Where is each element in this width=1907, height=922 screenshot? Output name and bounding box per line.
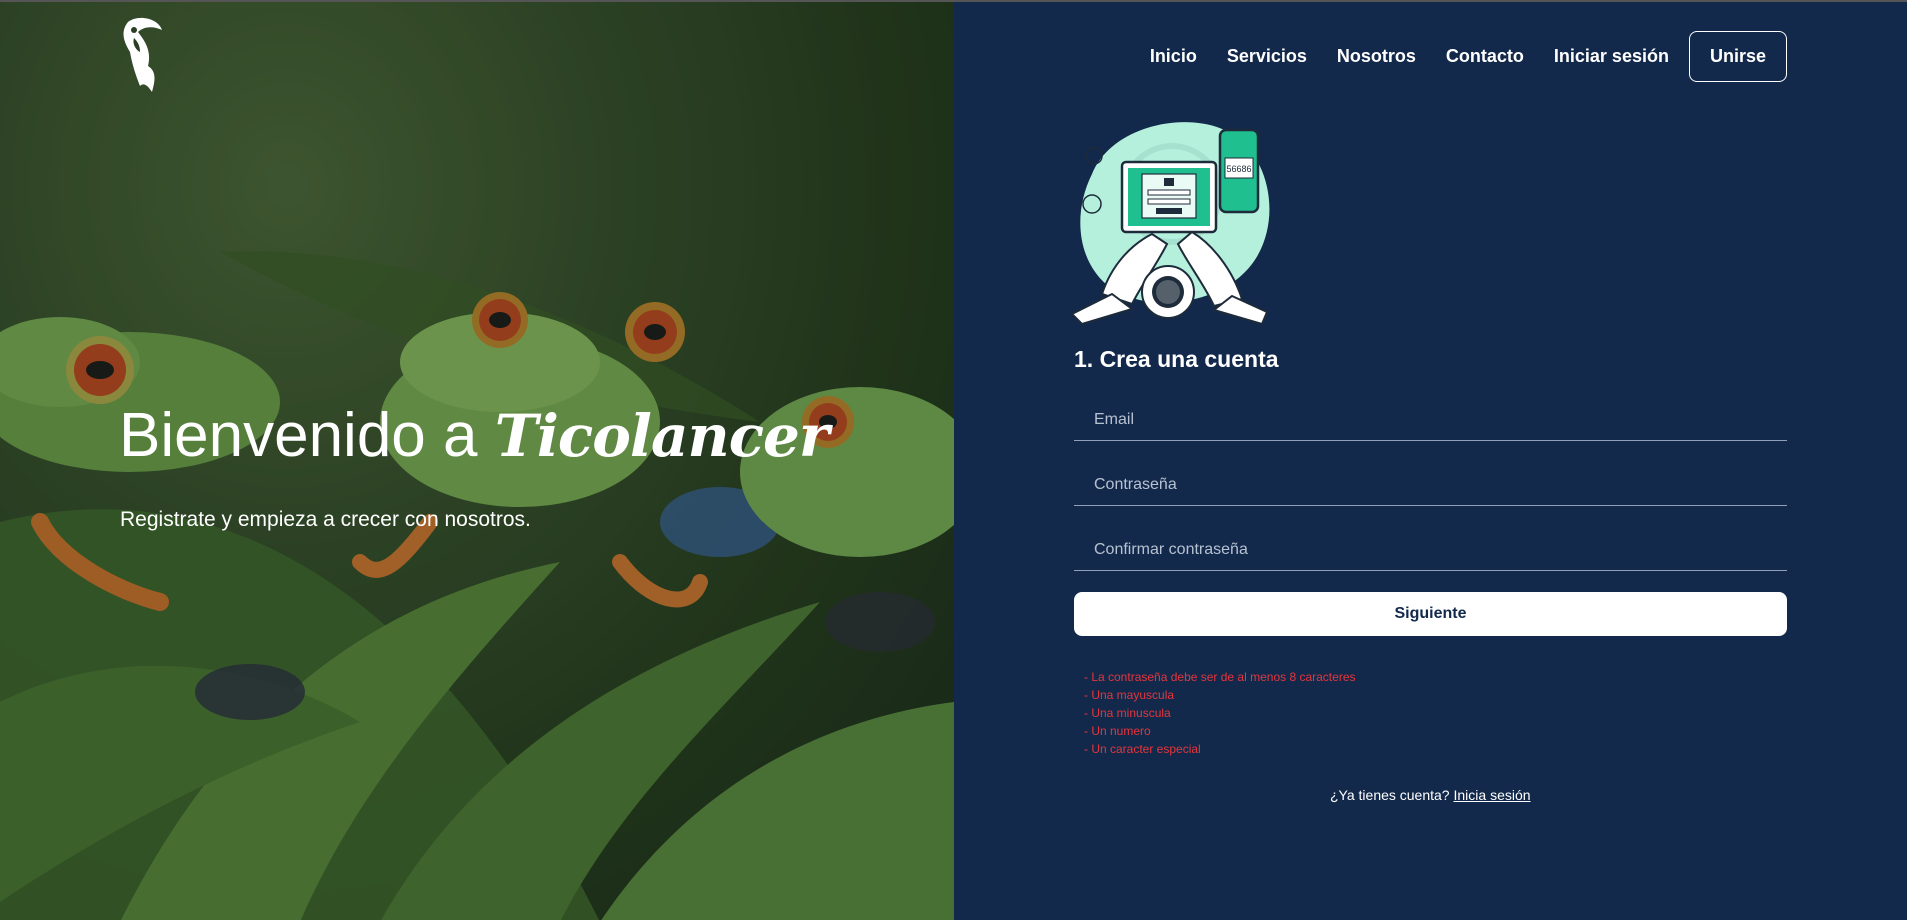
hero-title-prefix: Bienvenido a — [119, 401, 478, 470]
password-rule: - Un caracter especial — [1084, 742, 1201, 756]
toucan-logo-icon[interactable] — [118, 16, 164, 96]
confirm-password-input[interactable] — [1074, 529, 1787, 570]
hero-subtitle: Registrate y empieza a crecer con nosotr… — [120, 508, 531, 531]
password-input[interactable] — [1074, 464, 1787, 505]
password-rule: - Una minuscula — [1084, 706, 1171, 720]
top-navigation: Inicio Servicios Nosotros Contacto Inici… — [1120, 31, 1787, 82]
signup-page: Bienvenido a Ticolancer Registrate y emp… — [0, 2, 1907, 922]
password-rule: - Una mayuscula — [1084, 688, 1175, 702]
email-field — [1074, 399, 1787, 441]
nav-item-contacto[interactable]: Contacto — [1446, 46, 1524, 67]
confirm-password-field — [1074, 529, 1787, 571]
hero-section: Bienvenido a Ticolancer Registrate y emp… — [0, 2, 954, 922]
email-input[interactable] — [1074, 399, 1787, 440]
next-button[interactable]: Siguiente — [1074, 592, 1787, 636]
brand-name: Ticolancer — [494, 402, 830, 470]
signup-panel: Inicio Servicios Nosotros Contacto Inici… — [954, 2, 1907, 922]
join-button[interactable]: Unirse — [1688, 31, 1787, 82]
illustration-code: 56686 — [1226, 164, 1251, 174]
nav-item-servicios[interactable]: Servicios — [1227, 46, 1307, 67]
password-field — [1074, 464, 1787, 506]
nav-item-iniciar-sesion[interactable]: Iniciar sesión — [1554, 46, 1669, 67]
login-illustration-icon: 56686 — [1072, 122, 1270, 324]
nav-item-nosotros[interactable]: Nosotros — [1337, 46, 1416, 67]
password-rule: - La contraseña debe ser de al menos 8 c… — [1084, 670, 1356, 684]
nav-item-inicio[interactable]: Inicio — [1150, 46, 1197, 67]
password-rules: - La contraseña debe ser de al menos 8 c… — [1084, 668, 1356, 758]
login-link[interactable]: Inicia sesión — [1454, 787, 1531, 803]
hero-title: Bienvenido a Ticolancer — [119, 400, 829, 471]
have-account-text: ¿Ya tienes cuenta? Inicia sesión — [1330, 787, 1531, 803]
step-title: 1. Crea una cuenta — [1074, 346, 1279, 372]
password-rule: - Un numero — [1084, 724, 1151, 738]
have-account-question: ¿Ya tienes cuenta? — [1330, 787, 1450, 803]
